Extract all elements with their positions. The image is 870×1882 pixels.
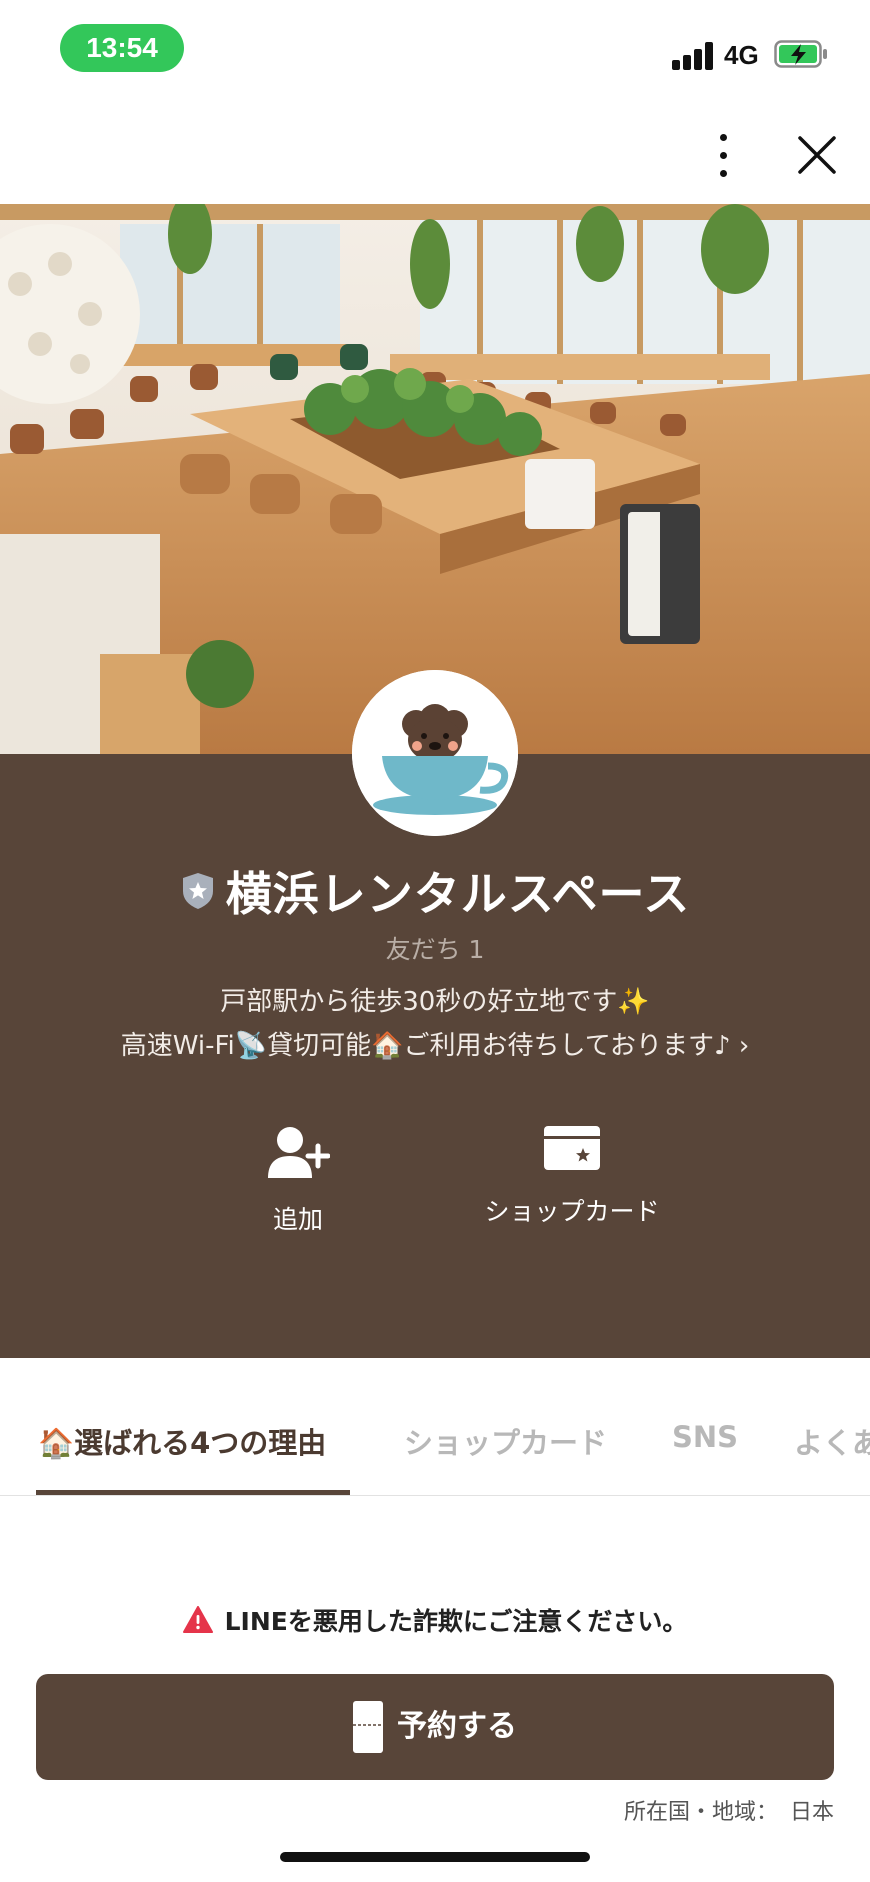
description-line-2: 高速Wi-Fi📡貸切可能🏠ご利用お待ちしております♪ › [120,1031,750,1061]
signal-icon [672,42,716,70]
shop-card-label: ショップカード [484,1197,660,1226]
battery-charging-icon [774,40,827,68]
home-indicator [280,1852,590,1862]
reserve-button[interactable]: 予約する [36,1674,834,1780]
close-icon[interactable] [792,130,842,180]
warning-icon [182,1606,213,1633]
reserve-label: 予約する [397,1709,517,1744]
shop-card-button[interactable]: ショップカード [472,1124,672,1228]
tab-shop-card[interactable]: ショップカード [404,1420,607,1462]
active-tab-indicator [36,1490,350,1495]
status-time: 13:54 [60,24,184,72]
region-value: 日本 [789,1800,834,1825]
friends-count: 友だち 1 [385,935,485,964]
tab-faq[interactable]: よくあ [794,1420,870,1462]
fraud-warning[interactable]: LINEを悪用した詐欺にご注意ください。 [0,1602,870,1638]
shop-card-icon [544,1126,600,1170]
profile-avatar[interactable] [352,670,518,836]
warning-text: LINEを悪用した詐欺にご注意ください。 [224,1607,688,1636]
phone-icon [353,1701,383,1753]
account-name: 横浜レンタルスペース [225,867,691,921]
region-label: 所在国・地域： [623,1800,778,1825]
status-bar: 13:54 4G [0,0,870,96]
more-options-icon[interactable] [704,134,744,180]
description-line-1: 戸部駅から徒歩30秒の好立地です✨ [220,987,650,1017]
add-friend-icon [268,1127,331,1178]
network-label: 4G [724,40,759,70]
add-friend-label: 追加 [272,1205,323,1234]
profile-name-row: 横浜レンタルスペース [0,858,870,924]
profile-description[interactable]: 戸部駅から徒歩30秒の好立地です✨ 高速Wi-Fi📡貸切可能🏠ご利用お待ちしてお… [0,980,870,1068]
region-info: 所在国・地域： 日本 [624,1794,834,1826]
tab-reasons[interactable]: 🏠選ばれる4つの理由 [38,1420,326,1462]
verified-badge-icon [182,873,213,909]
tab-sns[interactable]: SNS [672,1420,738,1454]
tab-bar: 🏠選ばれる4つの理由 ショップカード SNS よくあ [0,1398,870,1496]
add-friend-button[interactable]: 追加 [198,1124,398,1236]
top-bar [0,96,870,204]
